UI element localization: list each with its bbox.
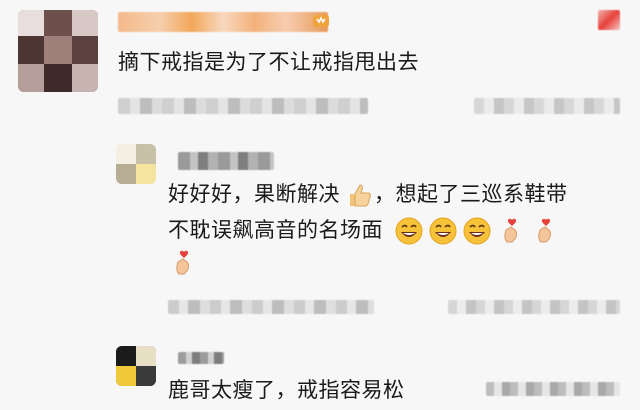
username[interactable] <box>178 152 274 170</box>
laugh-icon <box>394 216 424 246</box>
username[interactable] <box>118 12 328 32</box>
reply-text-part: ，想起了三巡系鞋带 <box>374 182 568 206</box>
finger-heart-icon <box>530 216 560 246</box>
comment-actions[interactable] <box>474 98 620 114</box>
thumbs-up-icon <box>344 180 374 210</box>
reply-actions[interactable] <box>448 300 620 314</box>
reply-text-line1: 好好好，果断解决 ，想起了三巡系鞋带 <box>168 178 568 210</box>
avatar[interactable] <box>116 144 156 184</box>
laugh-icon <box>428 216 458 246</box>
reply-meta <box>168 300 374 314</box>
reply-text-line2: 不耽误飙高音的名场面 <box>168 214 560 246</box>
laugh-icon <box>462 216 492 246</box>
avatar[interactable] <box>116 346 156 386</box>
reply-text-part: 好好好，果断解决 <box>168 182 340 206</box>
vip-badge-icon <box>312 12 330 30</box>
like-icon[interactable] <box>598 10 620 30</box>
reply-meta <box>486 382 620 396</box>
reply-text-part: 不耽误飙高音的名场面 <box>168 218 383 242</box>
finger-heart-icon <box>168 248 198 278</box>
username[interactable] <box>178 352 224 364</box>
finger-heart-icon <box>496 216 526 246</box>
avatar[interactable] <box>18 10 98 92</box>
reply-text: 鹿哥太瘦了，戒指容易松 <box>168 378 405 402</box>
comment-text: 摘下戒指是为了不让戒指甩出去 <box>118 50 419 74</box>
comment-meta <box>118 98 368 114</box>
